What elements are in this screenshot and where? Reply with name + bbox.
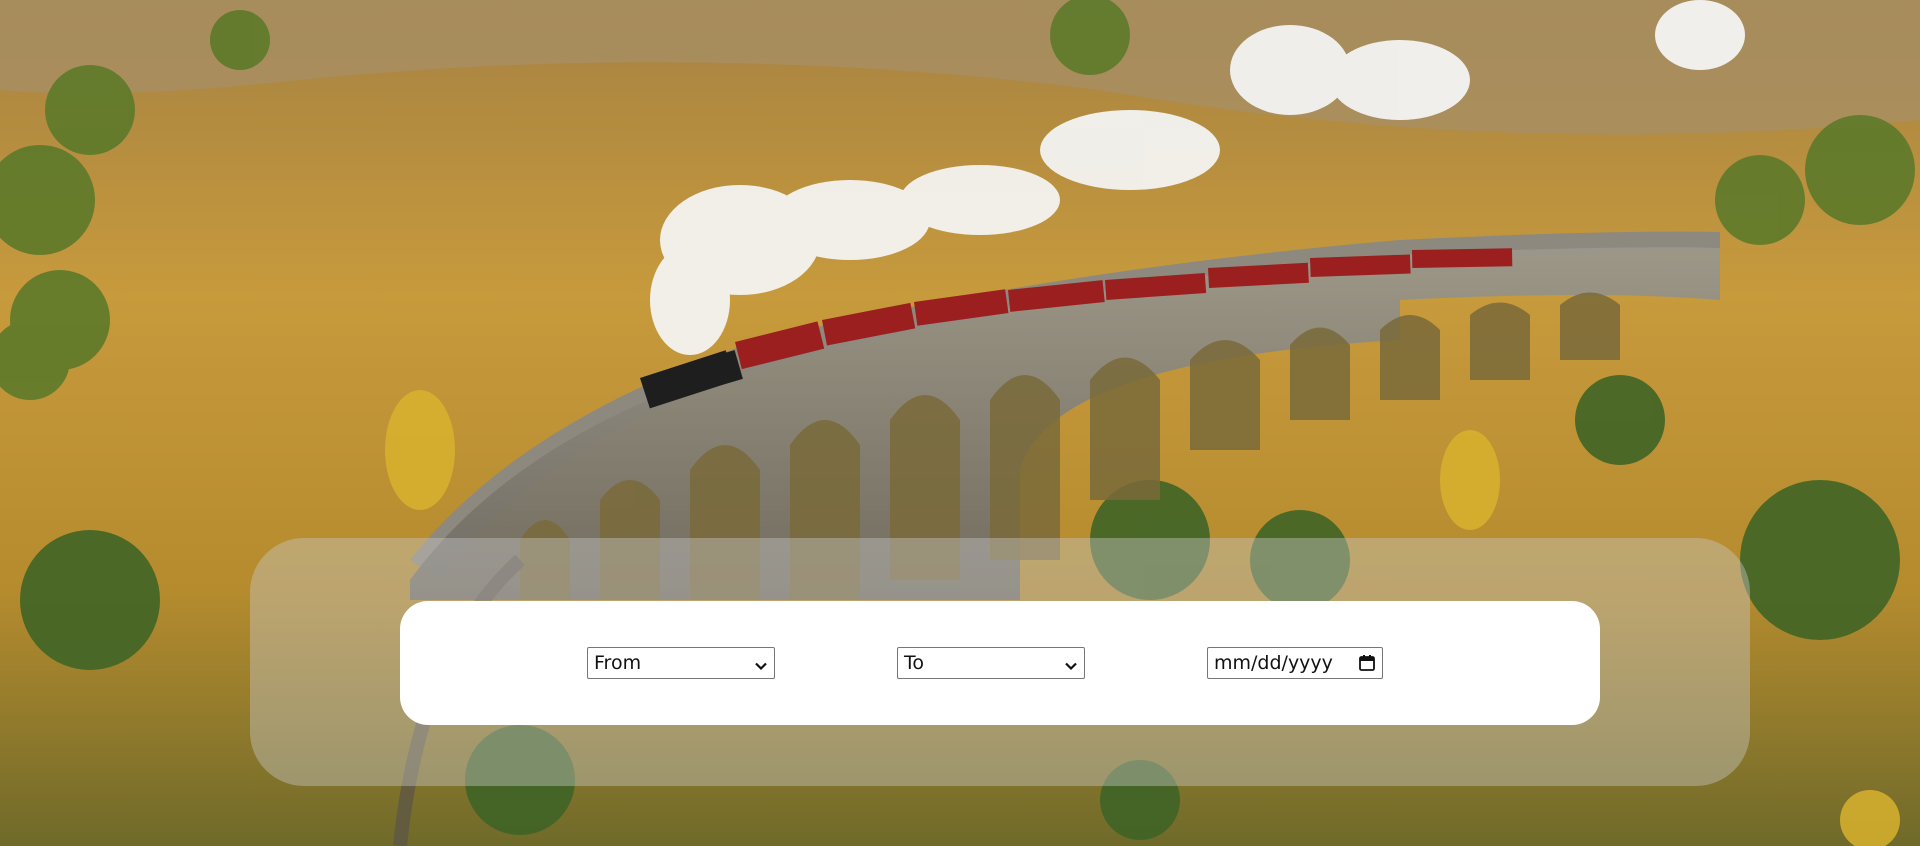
chevron-down-icon (1064, 656, 1078, 671)
date-input[interactable]: mm/dd/yyyy (1207, 647, 1383, 679)
to-select-value: To (904, 652, 925, 674)
date-input-placeholder: mm/dd/yyyy (1214, 652, 1333, 674)
from-select-value: From (594, 652, 642, 674)
calendar-icon[interactable] (1358, 654, 1376, 672)
from-select[interactable]: From (587, 647, 775, 679)
page: From To mm/dd/yyyy (0, 0, 1920, 846)
chevron-down-icon (754, 656, 768, 671)
to-select[interactable]: To (897, 647, 1085, 679)
